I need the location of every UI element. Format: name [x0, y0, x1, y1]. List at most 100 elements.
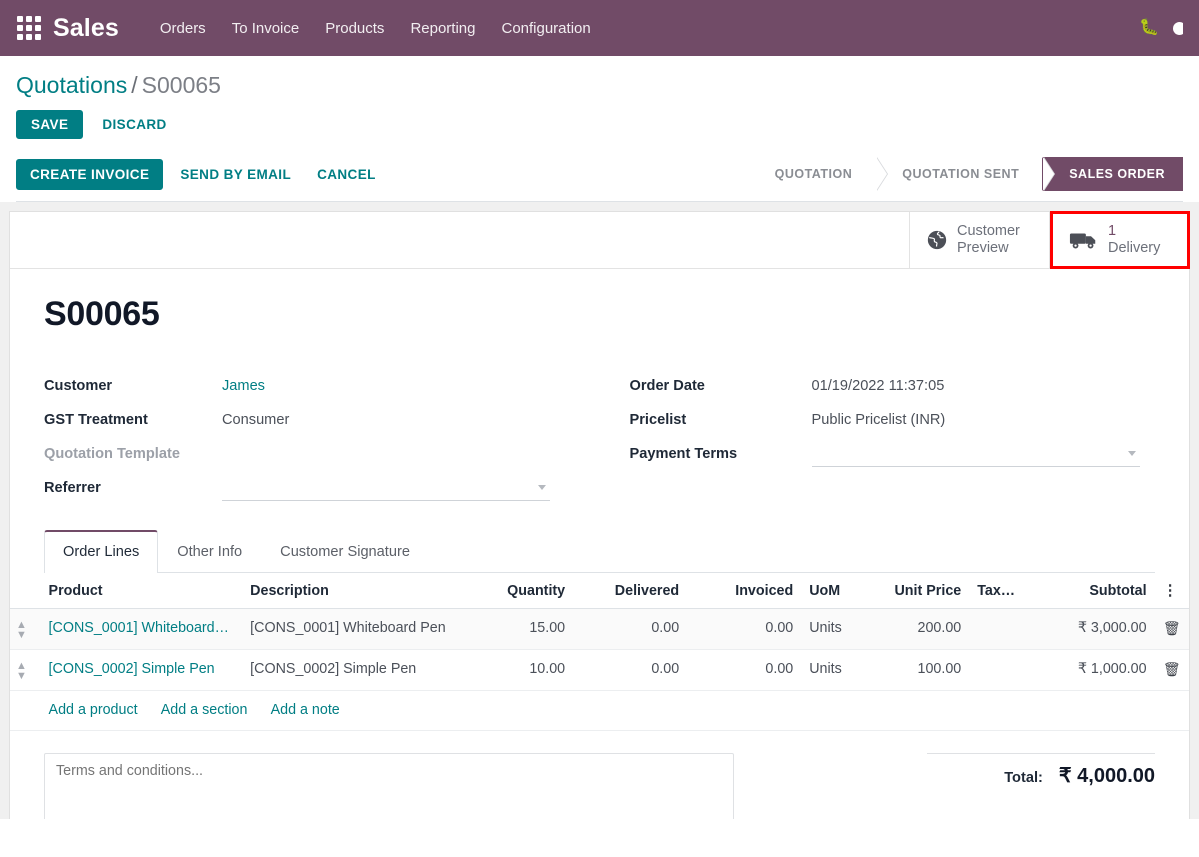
stage-quotation[interactable]: QUOTATION — [748, 157, 888, 191]
delivery-smart-button[interactable]: 1 Delivery — [1050, 211, 1190, 269]
cell-product[interactable]: [CONS_0002] Simple Pen — [40, 649, 243, 691]
cell-product[interactable]: [CONS_0001] Whiteboard… — [40, 608, 243, 650]
navbar-right-tools: 🐛 — [1139, 19, 1187, 37]
breadcrumb-separator: / — [131, 72, 138, 98]
tab-other-info[interactable]: Other Info — [158, 530, 261, 573]
add-row-spacer — [10, 690, 41, 731]
app-brand-sales[interactable]: Sales — [53, 15, 119, 41]
field-value-gst-treatment[interactable]: Consumer — [222, 404, 600, 430]
globe-icon — [926, 229, 948, 251]
cell-delete: 🗑 — [1154, 608, 1189, 650]
field-grid: Customer James GST Treatment Consumer Qu… — [44, 370, 1155, 506]
field-value-payment-terms[interactable] — [811, 440, 1140, 467]
create-invoice-button[interactable]: CREATE INVOICE — [16, 158, 164, 190]
control-panel: Quotations / S00065 SAVE DISCARD CREATE IN… — [0, 56, 1199, 202]
cell-tax[interactable] — [969, 649, 1043, 691]
field-value-pricelist[interactable]: Public Pricelist (INR) — [812, 404, 1156, 430]
add-a-note-link[interactable]: Add a note — [271, 702, 340, 718]
stage-sales-order[interactable]: SALES ORDER — [1043, 157, 1183, 191]
cell-description[interactable]: [CONS_0001] Whiteboard Pen — [242, 608, 462, 650]
tab-customer-signature[interactable]: Customer Signature — [261, 530, 429, 573]
add-links-cell: Add a product Add a section Add a note — [40, 690, 1189, 731]
table-row[interactable]: ▲ ▼ [CONS_0001] Whiteboard… [CONS_0001] W… — [10, 608, 1189, 650]
cell-uom[interactable]: Units — [801, 608, 863, 650]
chevron-down-icon — [1127, 451, 1136, 456]
drag-handle-icon[interactable]: ▲ ▼ — [16, 659, 41, 682]
discard-button[interactable]: DISCARD — [89, 110, 179, 139]
form-body: S00065 Customer James GST Treatment Cons… — [10, 269, 1189, 573]
delivery-count: 1 — [1108, 223, 1117, 239]
table-row[interactable]: ▲ ▼ [CONS_0002] Simple Pen [CONS_0002] Si… — [10, 649, 1189, 691]
th-subtotal[interactable]: Subtotal — [1042, 573, 1155, 609]
form-sheet-container: Customer Preview 1 Delivery S00065 Custo… — [0, 202, 1199, 819]
order-lines-header: Product Description Quantity Delivered I… — [10, 573, 1189, 609]
th-invoiced[interactable]: Invoiced — [687, 573, 802, 609]
cell-unit-price[interactable]: 200.00 — [862, 608, 970, 650]
cell-invoiced[interactable]: 0.00 — [687, 649, 802, 691]
save-discard-bar: SAVE DISCARD — [16, 102, 1183, 149]
cell-unit-price[interactable]: 100.00 — [862, 649, 970, 691]
terms-and-conditions-textarea[interactable] — [44, 753, 734, 819]
field-value-customer[interactable]: James — [222, 370, 600, 396]
stage-quotation-sent[interactable]: QUOTATION SENT — [876, 157, 1056, 191]
top-navbar: Sales Orders To Invoice Products Reporti… — [0, 0, 1199, 56]
th-delivered[interactable]: Delivered — [573, 573, 688, 609]
stat-bar-spacer — [10, 212, 910, 268]
cell-delivered[interactable]: 0.00 — [573, 608, 688, 650]
cell-invoiced[interactable]: 0.00 — [687, 608, 802, 650]
send-by-email-button[interactable]: SEND BY EMAIL — [167, 159, 304, 190]
field-gst-treatment: GST Treatment Consumer — [44, 404, 600, 438]
th-description[interactable]: Description — [242, 573, 462, 609]
save-button[interactable]: SAVE — [16, 110, 84, 139]
breadcrumb-quotations[interactable]: Quotations — [16, 72, 127, 98]
field-column-right: Order Date 01/19/2022 11:37:05 Pricelist… — [600, 370, 1156, 506]
breadcrumb-current-record: S00065 — [141, 72, 221, 98]
cell-quantity[interactable]: 15.00 — [461, 608, 574, 650]
truck-icon — [1069, 229, 1099, 251]
field-value-order-date[interactable]: 01/19/2022 11:37:05 — [812, 370, 1156, 396]
totals-divider — [927, 753, 1155, 754]
bug-icon[interactable]: 🐛 — [1139, 20, 1159, 36]
trash-icon[interactable]: 🗑 — [1163, 620, 1181, 636]
terms-and-totals: Total: ₹ 4,000.00 — [44, 731, 1155, 819]
notebook-tabs: Order Lines Other Info Customer Signatur… — [44, 530, 1155, 573]
row-drag-cell: ▲ ▼ — [10, 608, 41, 650]
customer-preview-button[interactable]: Customer Preview — [910, 212, 1050, 268]
field-value-quotation-template[interactable] — [222, 438, 600, 444]
add-a-section-link[interactable]: Add a section — [161, 702, 248, 718]
th-product[interactable]: Product — [40, 573, 243, 609]
cancel-button[interactable]: CANCEL — [304, 159, 389, 190]
menu-to-invoice[interactable]: To Invoice — [219, 2, 313, 55]
totals-block: Total: ₹ 4,000.00 — [927, 753, 1155, 819]
th-tax[interactable]: Tax… — [969, 573, 1043, 609]
trash-icon[interactable]: 🗑 — [1163, 661, 1181, 677]
apps-grid-icon[interactable] — [15, 14, 43, 42]
tab-order-lines[interactable]: Order Lines — [44, 530, 159, 573]
cell-delivered[interactable]: 0.00 — [573, 649, 688, 691]
menu-orders[interactable]: Orders — [147, 2, 219, 55]
th-unit-price[interactable]: Unit Price — [862, 573, 970, 609]
field-customer: Customer James — [44, 370, 600, 404]
th-quantity[interactable]: Quantity — [461, 573, 574, 609]
drag-handle-icon[interactable]: ▲ ▼ — [16, 618, 41, 641]
menu-reporting[interactable]: Reporting — [397, 2, 488, 55]
table-header-row: Product Description Quantity Delivered I… — [10, 573, 1189, 609]
add-a-product-link[interactable]: Add a product — [49, 702, 138, 718]
cell-uom[interactable]: Units — [801, 649, 863, 691]
cell-quantity[interactable]: 10.00 — [461, 649, 574, 691]
add-line-row: Add a product Add a section Add a note — [10, 690, 1189, 731]
cell-tax[interactable] — [969, 608, 1043, 650]
menu-products[interactable]: Products — [312, 2, 397, 55]
th-uom[interactable]: UoM — [801, 573, 863, 609]
user-menu-avatar-icon[interactable] — [1173, 19, 1183, 37]
cell-subtotal: ₹ 3,000.00 — [1042, 608, 1155, 650]
product-link[interactable]: [CONS_0001] Whiteboard… — [49, 618, 235, 639]
delivery-label: 1 Delivery — [1108, 223, 1161, 256]
field-value-referrer[interactable] — [222, 474, 550, 501]
product-link[interactable]: [CONS_0002] Simple Pen — [49, 659, 235, 680]
cell-description[interactable]: [CONS_0002] Simple Pen — [242, 649, 462, 691]
total-value: ₹ 4,000.00 — [1058, 765, 1155, 787]
column-options-icon[interactable]: ⋮ — [1163, 582, 1178, 599]
total-row: Total: ₹ 4,000.00 — [927, 763, 1155, 788]
menu-configuration[interactable]: Configuration — [488, 2, 603, 55]
